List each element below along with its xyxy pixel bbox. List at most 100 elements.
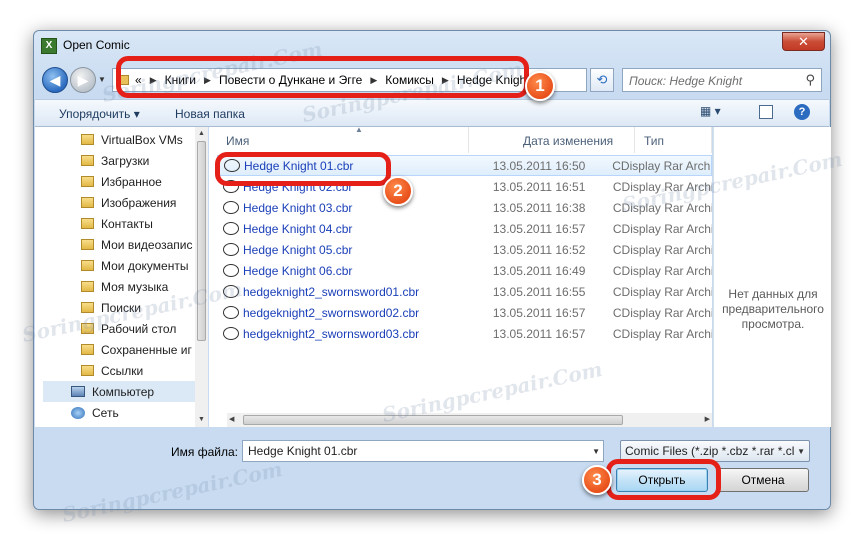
annotation-highlight-file: [215, 152, 391, 186]
annotation-badge-1: 1: [525, 71, 555, 101]
scroll-up-icon[interactable]: ▲: [195, 127, 208, 141]
chevron-down-icon[interactable]: ▼: [592, 447, 600, 456]
file-type: CDisplay Rar Archi...: [612, 200, 712, 215]
file-type: CDisplay Rar Archi...: [612, 305, 712, 320]
folder-icon: [81, 260, 94, 271]
annotation-badge-3: 3: [582, 465, 612, 495]
preview-empty-text: Нет данных для предварительного просмотр…: [722, 287, 824, 331]
file-date: 13.05.2011 16:57: [492, 221, 586, 236]
computer-icon: [71, 386, 85, 397]
file-name: hedgeknight2_swornsword03.cbr: [243, 326, 420, 341]
scroll-down-icon[interactable]: ▼: [195, 413, 208, 427]
app-icon: X: [41, 38, 57, 54]
file-date: 13.05.2011 16:55: [492, 284, 586, 299]
folder-icon: [81, 134, 94, 145]
scroll-right-icon[interactable]: ▶: [705, 413, 710, 427]
preview-pane: Нет данных для предварительного просмотр…: [713, 127, 831, 427]
filename-field[interactable]: Hedge Knight 01.cbr ▼: [242, 440, 604, 462]
preview-pane-toggle[interactable]: [759, 105, 773, 119]
folder-icon: [81, 344, 94, 355]
comic-file-icon: [223, 264, 239, 277]
folder-icon: [81, 197, 94, 208]
folder-icon: [81, 176, 94, 187]
command-toolbar: Упорядочить ▾ Новая папка ▦ ▾ ?: [35, 99, 829, 127]
file-type: CDisplay Rar Archi...: [612, 326, 712, 341]
horizontal-scrollbar[interactable]: ◀ ▶: [227, 413, 712, 427]
file-name: Hedge Knight 03.cbr: [243, 200, 353, 215]
navigation-pane: VirtualBox VMs Загрузки Избранное Изобра…: [35, 127, 208, 427]
file-row[interactable]: Hedge Knight 06.cbr 13.05.2011 16:49 CDisp…: [217, 260, 712, 281]
folder-icon: [81, 302, 94, 313]
file-name: Hedge Knight 05.cbr: [243, 242, 353, 257]
sidebar-item[interactable]: Сохраненные иг: [81, 339, 195, 360]
sidebar-item[interactable]: Мои видеозапис: [81, 234, 195, 255]
close-button[interactable]: ✕: [782, 32, 825, 51]
refresh-button[interactable]: ⟲: [590, 68, 614, 92]
file-row[interactable]: Hedge Knight 04.cbr 13.05.2011 16:57 CDisp…: [217, 218, 712, 239]
comic-file-icon: [223, 285, 239, 298]
file-date: 13.05.2011 16:57: [492, 326, 586, 341]
search-input[interactable]: Поиск: Hedge Knight ⚲: [622, 68, 822, 92]
scroll-thumb[interactable]: [197, 141, 206, 341]
organize-button[interactable]: Упорядочить ▾: [59, 107, 140, 121]
file-row[interactable]: hedgeknight2_swornsword03.cbr 13.05.2011 …: [217, 323, 712, 344]
file-name: hedgeknight2_swornsword02.cbr: [243, 305, 420, 320]
file-row[interactable]: Hedge Knight 03.cbr 13.05.2011 16:38 CDisp…: [217, 197, 712, 218]
folder-icon: [81, 239, 94, 250]
annotation-highlight-address: [116, 56, 529, 98]
search-placeholder: Поиск: Hedge Knight: [629, 74, 743, 88]
search-icon[interactable]: ⚲: [805, 72, 815, 88]
file-type: CDisplay Rar Archi...: [612, 263, 712, 278]
folder-icon: [81, 218, 94, 229]
history-dropdown-icon[interactable]: ▼: [98, 75, 106, 84]
folder-icon: [81, 323, 94, 334]
comic-file-icon: [223, 222, 239, 235]
file-row[interactable]: hedgeknight2_swornsword01.cbr 13.05.2011 …: [217, 281, 712, 302]
file-row[interactable]: hedgeknight2_swornsword02.cbr 13.05.2011 …: [217, 302, 712, 323]
filename-label: Имя файла:: [171, 445, 238, 459]
file-date: 13.05.2011 16:51: [492, 179, 586, 194]
comic-file-icon: [223, 243, 239, 256]
window-title: Open Comic: [63, 38, 130, 52]
file-name: Hedge Knight 04.cbr: [243, 221, 353, 236]
sidebar-scrollbar[interactable]: ▲ ▼: [195, 127, 208, 427]
file-date: 13.05.2011 16:50: [492, 158, 586, 173]
annotation-badge-2: 2: [383, 176, 413, 206]
folder-icon: [81, 155, 94, 166]
file-type: CDisplay Rar Archi...: [612, 179, 712, 194]
file-type: CDisplay Rar Archi...: [612, 284, 712, 299]
cancel-button[interactable]: Отмена: [717, 468, 809, 492]
help-button[interactable]: ?: [794, 104, 810, 120]
scroll-thumb[interactable]: [243, 415, 623, 425]
comic-file-icon: [223, 201, 239, 214]
file-type: CDisplay Rar Archi...: [612, 221, 712, 236]
annotation-highlight-open: [606, 459, 721, 500]
file-date: 13.05.2011 16:38: [492, 200, 586, 215]
file-name: Hedge Knight 06.cbr: [243, 263, 353, 278]
column-header-date[interactable]: Дата изменения: [514, 127, 635, 153]
sort-ascending-icon: ▲: [355, 125, 363, 134]
file-type: CDisplay Rar Archi...: [612, 158, 711, 173]
file-date: 13.05.2011 16:52: [492, 242, 586, 257]
scroll-left-icon[interactable]: ◀: [229, 413, 234, 427]
column-header-name[interactable]: Имя ▲: [217, 125, 469, 153]
forward-button[interactable]: ▶: [70, 67, 96, 93]
file-date: 13.05.2011 16:57: [492, 305, 586, 320]
file-row[interactable]: Hedge Knight 05.cbr 13.05.2011 16:52 CDisp…: [217, 239, 712, 260]
open-comic-dialog: X Open Comic ✕ ◀ ▶ ▼ « ▶ Книги ▶ Повести…: [33, 30, 831, 510]
folder-icon: [81, 281, 94, 292]
file-date: 13.05.2011 16:49: [492, 263, 586, 278]
file-type: CDisplay Rar Archi...: [612, 242, 712, 257]
comic-file-icon: [223, 327, 239, 340]
title-bar[interactable]: X Open Comic ✕: [34, 31, 830, 59]
chevron-down-icon[interactable]: ▼: [797, 447, 805, 456]
column-header-type[interactable]: Тип: [635, 127, 712, 153]
new-folder-button[interactable]: Новая папка: [175, 107, 245, 121]
view-options-button[interactable]: ▦ ▾: [700, 104, 740, 122]
comic-file-icon: [223, 306, 239, 319]
folder-icon: [81, 365, 94, 376]
file-name: hedgeknight2_swornsword01.cbr: [243, 284, 420, 299]
network-icon: [71, 406, 85, 419]
sidebar-item-computer[interactable]: Компьютер: [43, 381, 195, 402]
back-button[interactable]: ◀: [42, 67, 68, 93]
